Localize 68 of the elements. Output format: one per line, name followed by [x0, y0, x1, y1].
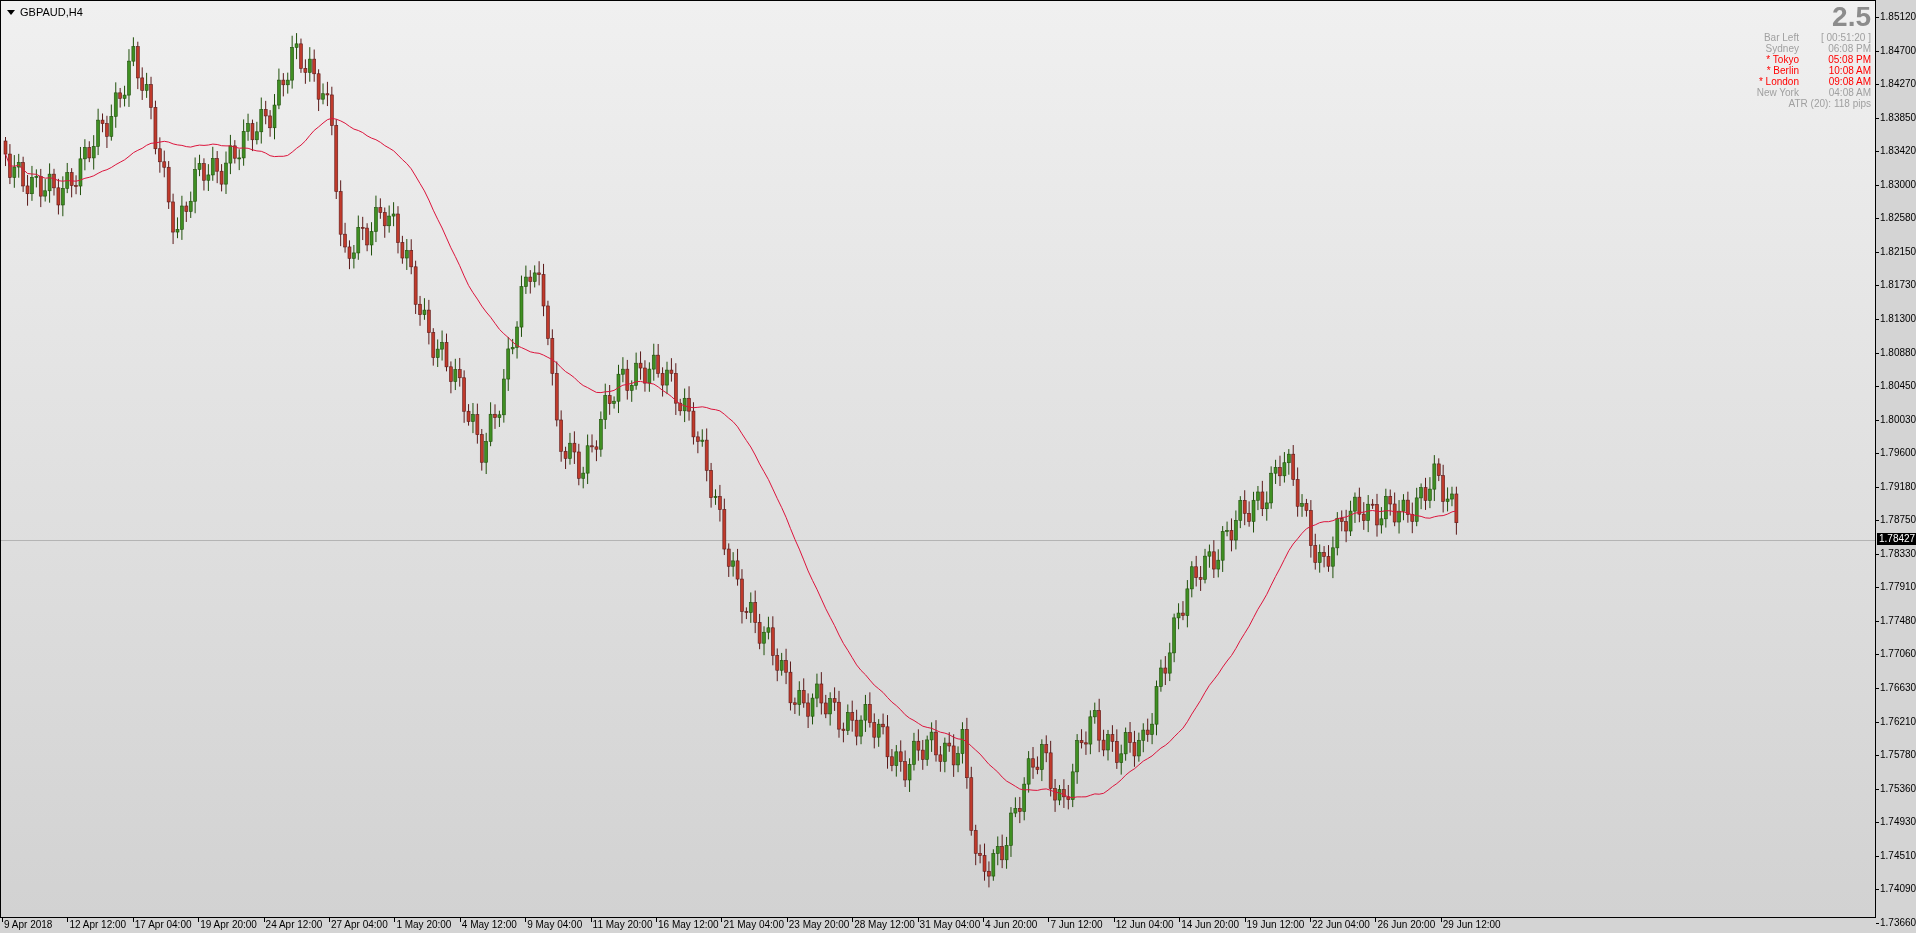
chart-title: GBPAUD,H4: [20, 5, 83, 20]
time-label: 11 May 20:00: [592, 919, 653, 931]
price-label: 1.83420: [1880, 145, 1916, 158]
price-label: 1.82580: [1880, 212, 1916, 225]
price-label: 1.75360: [1880, 782, 1916, 795]
price-label: 1.79600: [1880, 447, 1916, 460]
session-label: Bar Left: [1762, 32, 1799, 43]
price-label: 1.77910: [1880, 581, 1916, 594]
price-label: 1.78330: [1880, 547, 1916, 560]
price-label: 1.74090: [1880, 883, 1916, 896]
session-label: * Berlin: [1765, 65, 1799, 76]
price-label: 1.77480: [1880, 614, 1916, 627]
time-label: 31 May 04:00: [919, 919, 981, 931]
price-label: 1.85120: [1880, 11, 1916, 23]
price-label: 1.83850: [1880, 111, 1916, 124]
time-label: 7 Jun 12:00: [1050, 919, 1103, 931]
time-label: 27 Apr 04:00: [331, 919, 388, 931]
price-label: 1.73660: [1880, 916, 1916, 929]
session-time: [ 00:51:20 ]: [1820, 32, 1871, 43]
time-label: 23 May 20:00: [788, 919, 850, 931]
time-label: 19 Jun 12:00: [1246, 919, 1305, 931]
price-label: 1.84270: [1880, 78, 1916, 91]
time-label: 19 Apr 20:00: [200, 919, 257, 931]
session-label: Sydney: [1764, 43, 1799, 54]
time-label: 17 Apr 04:00: [134, 919, 192, 931]
time-label: 9 Apr 2018: [4, 919, 53, 931]
session-time: 05:08 PM: [1827, 54, 1871, 65]
price-label: 1.74510: [1880, 849, 1916, 862]
time-label: 29 Jun 12:00: [1442, 919, 1501, 931]
current-price-label: 1.78427: [1877, 533, 1916, 545]
time-label: 26 Jun 20:00: [1377, 919, 1436, 931]
session-time: 10:08 AM: [1827, 65, 1871, 76]
session-time: 09:08 AM: [1827, 76, 1871, 87]
price-label: 1.81730: [1880, 279, 1916, 292]
price-label: 1.81300: [1880, 312, 1916, 325]
price-label: 1.74930: [1880, 816, 1916, 829]
spread-value: 2.5: [1832, 3, 1871, 31]
price-label: 1.79180: [1880, 480, 1916, 493]
dropdown-icon[interactable]: [7, 9, 15, 15]
price-label: 1.78750: [1880, 514, 1916, 527]
time-label: 28 May 12:00: [854, 919, 915, 931]
price-label: 1.76630: [1880, 682, 1916, 695]
time-label: 12 Apr 12:00: [69, 919, 127, 931]
price-label: 1.82150: [1880, 245, 1916, 258]
time-label: 1 May 20:00: [396, 919, 452, 931]
session-time: 06:08 PM: [1827, 43, 1871, 54]
time-label: 4 Jun 20:00: [985, 919, 1038, 931]
time-label: 12 Jun 04:00: [1115, 919, 1174, 931]
time-label: 9 May 04:00: [527, 919, 583, 931]
time-label: 4 May 12:00: [461, 919, 517, 931]
time-label: 22 Jun 04:00: [1312, 919, 1370, 931]
price-label: 1.77060: [1880, 648, 1916, 661]
price-label: 1.80880: [1880, 346, 1916, 359]
session-label: New York: [1756, 87, 1799, 98]
time-label: 14 Jun 20:00: [1181, 919, 1239, 931]
session-time: 04:08 AM: [1827, 87, 1871, 98]
time-label: 24 Apr 12:00: [265, 919, 323, 931]
time-label: 21 May 04:00: [723, 919, 784, 931]
price-label: 1.80450: [1880, 380, 1916, 393]
session-label: * Tokyo: [1765, 54, 1799, 65]
time-label: 16 May 12:00: [658, 919, 719, 931]
price-label: 1.76210: [1880, 715, 1916, 728]
atr-text: ATR (20): 118 pips: [1788, 98, 1871, 109]
price-label: 1.75780: [1880, 749, 1916, 762]
session-label: * London: [1757, 76, 1799, 87]
price-label: 1.80030: [1880, 413, 1916, 426]
price-label: 1.84700: [1880, 44, 1916, 57]
price-label: 1.83000: [1880, 178, 1916, 191]
